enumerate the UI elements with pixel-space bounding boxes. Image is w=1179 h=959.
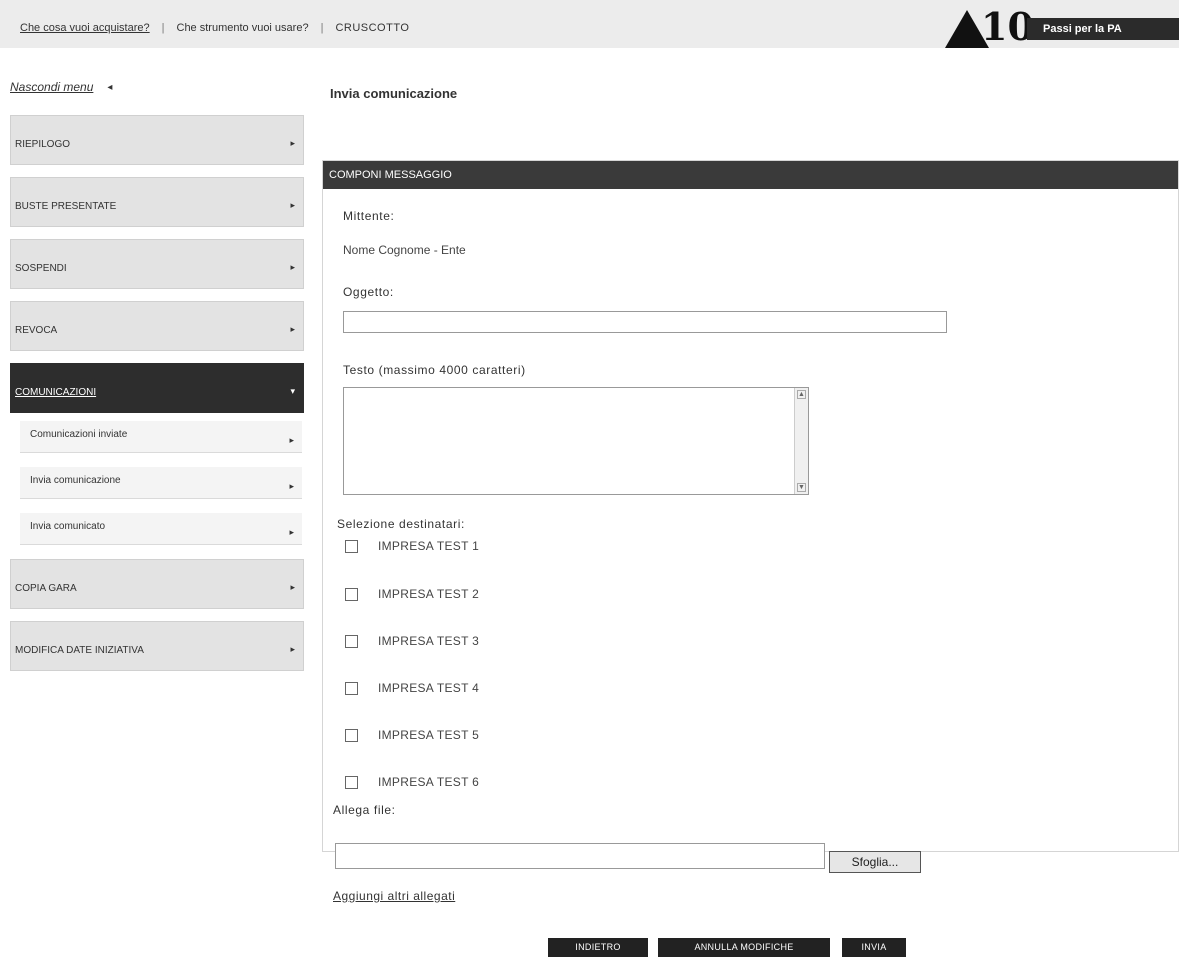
file-path-field[interactable]	[335, 843, 825, 869]
sidebar-item-sospendi[interactable]: SOSPENDI ▸	[10, 239, 304, 289]
sidebar-item-modifica-date-iniziativa[interactable]: MODIFICA DATE INIZIATIVA ▸	[10, 621, 304, 671]
logo-tagline: Passi per la PA	[1027, 18, 1179, 40]
body-textarea[interactable]	[343, 387, 809, 495]
nav-separator: |	[320, 22, 324, 34]
recipient-label: IMPRESA TEST 6	[378, 775, 480, 789]
chevron-right-icon: ▸	[289, 435, 294, 445]
chevron-right-icon: ▸	[289, 527, 294, 537]
recipient-row[interactable]: IMPRESA TEST 6	[345, 775, 479, 789]
sidebar-item-label: COPIA GARA	[15, 583, 77, 594]
panel-header: COMPONI MESSAGGIO	[323, 161, 1178, 189]
compose-message-panel: COMPONI MESSAGGIO Mittente: Nome Cognome…	[322, 160, 1179, 903]
attach-label: Allega file:	[333, 803, 396, 817]
chevron-right-icon: ▸	[290, 138, 295, 148]
subject-input[interactable]	[343, 311, 947, 333]
recipient-label: IMPRESA TEST 3	[378, 634, 480, 648]
top-navigation: Che cosa vuoi acquistare? | Che strument…	[20, 22, 409, 34]
sender-value: Nome Cognome - Ente	[343, 243, 466, 257]
scroll-down-icon[interactable]: ▼	[797, 483, 806, 492]
hide-menu-toggle[interactable]: Nascondi menu ◂	[10, 80, 112, 94]
chevron-right-icon: ▸	[290, 324, 295, 334]
sidebar-subitem-invia-comunicato[interactable]: Invia comunicato ▸	[20, 513, 302, 545]
recipient-checkbox[interactable]	[345, 539, 358, 553]
nav-link-what-to-buy[interactable]: Che cosa vuoi acquistare?	[20, 22, 150, 34]
sidebar-subitem-invia-comunicazione[interactable]: Invia comunicazione ▸	[20, 467, 302, 499]
sidebar-subitem-label: Comunicazioni inviate	[30, 429, 128, 440]
sidebar-subitem-comunicazioni-inviate[interactable]: Comunicazioni inviate ▸	[20, 421, 302, 453]
sidebar-submenu: Comunicazioni inviate ▸ Invia comunicazi…	[10, 421, 304, 545]
chevron-right-icon: ▸	[290, 200, 295, 210]
hide-menu-label: Nascondi menu	[10, 80, 94, 94]
textarea-scrollbar[interactable]: ▲ ▼	[794, 388, 808, 494]
body-label: Testo (massimo 4000 caratteri)	[343, 363, 526, 377]
sidebar-item-label: MODIFICA DATE INIZIATIVA	[15, 645, 144, 656]
page-title: Invia comunicazione	[330, 86, 458, 101]
logo: 10 Passi per la PA	[945, 4, 1179, 49]
scroll-up-icon[interactable]: ▲	[797, 390, 806, 399]
chevron-right-icon: ▸	[289, 481, 294, 491]
sidebar-menu: RIEPILOGO ▸ BUSTE PRESENTATE ▸ SOSPENDI …	[10, 115, 304, 683]
recipient-row[interactable]: IMPRESA TEST 2	[345, 587, 479, 601]
subject-label: Oggetto:	[343, 285, 394, 299]
action-bar: INDIETRO ANNULLA MODIFICHE INVIA	[0, 938, 1179, 959]
recipient-label: IMPRESA TEST 1	[378, 539, 480, 553]
sidebar-item-label: SOSPENDI	[15, 263, 67, 274]
back-button[interactable]: INDIETRO	[548, 938, 648, 957]
nav-link-which-tool[interactable]: Che strumento vuoi usare?	[177, 22, 309, 34]
recipient-label: IMPRESA TEST 2	[378, 587, 480, 601]
recipient-checkbox[interactable]	[345, 775, 358, 789]
nav-link-dashboard[interactable]: CRUSCOTTO	[335, 22, 409, 34]
recipient-checkbox[interactable]	[345, 587, 358, 601]
sidebar-item-buste-presentate[interactable]: BUSTE PRESENTATE ▸	[10, 177, 304, 227]
sender-label: Mittente:	[343, 209, 395, 223]
recipient-label: IMPRESA TEST 4	[378, 681, 480, 695]
sidebar-item-label: RIEPILOGO	[15, 139, 71, 150]
send-button[interactable]: INVIA	[842, 938, 906, 957]
sidebar-item-riepilogo[interactable]: RIEPILOGO ▸	[10, 115, 304, 165]
sidebar-subitem-label: Invia comunicato	[30, 521, 106, 532]
sidebar-item-label: BUSTE PRESENTATE	[15, 201, 117, 212]
nav-separator: |	[161, 22, 165, 34]
sidebar-item-comunicazioni[interactable]: COMUNICAZIONI ▾	[10, 363, 304, 413]
sidebar-subitem-label: Invia comunicazione	[30, 475, 121, 486]
browse-button[interactable]: Sfoglia...	[829, 851, 921, 873]
recipient-row[interactable]: IMPRESA TEST 5	[345, 728, 479, 742]
chevron-right-icon: ▸	[290, 644, 295, 654]
chevron-right-icon: ▸	[290, 582, 295, 592]
recipient-label: IMPRESA TEST 5	[378, 728, 480, 742]
sidebar-item-copia-gara[interactable]: COPIA GARA ▸	[10, 559, 304, 609]
sidebar-item-label: REVOCA	[15, 325, 58, 336]
logo-number: 10	[981, 4, 1034, 49]
recipient-row[interactable]: IMPRESA TEST 3	[345, 634, 479, 648]
recipient-checkbox[interactable]	[345, 728, 358, 742]
recipient-row[interactable]: IMPRESA TEST 1	[345, 539, 479, 553]
chevron-down-icon: ▾	[290, 386, 295, 396]
recipient-row[interactable]: IMPRESA TEST 4	[345, 681, 479, 695]
recipients-label: Selezione destinatari:	[337, 517, 465, 531]
cancel-changes-button[interactable]: ANNULLA MODIFICHE	[658, 938, 830, 957]
chevron-right-icon: ▸	[290, 262, 295, 272]
add-attachments-link[interactable]: Aggiungi altri allegati	[333, 889, 455, 903]
recipient-checkbox[interactable]	[345, 634, 358, 648]
top-bar: Che cosa vuoi acquistare? | Che strument…	[0, 0, 1179, 49]
sidebar-item-revoca[interactable]: REVOCA ▸	[10, 301, 304, 351]
collapse-arrow-icon: ◂	[107, 81, 113, 93]
sidebar-item-label: COMUNICAZIONI	[15, 387, 97, 398]
recipient-checkbox[interactable]	[345, 681, 358, 695]
